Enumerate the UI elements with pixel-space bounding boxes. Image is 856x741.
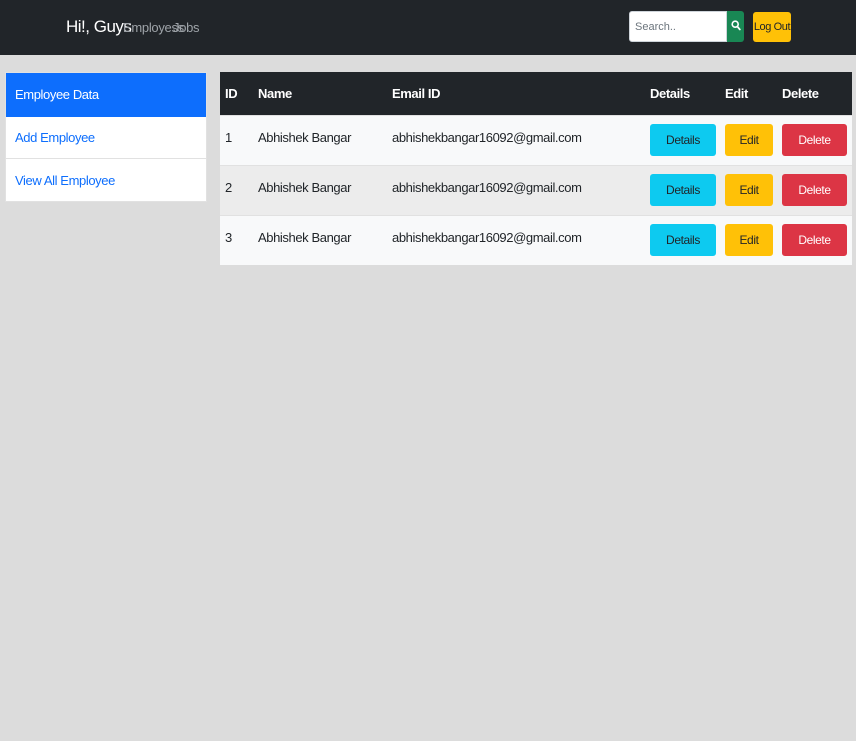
edit-button[interactable]: Edit bbox=[725, 224, 773, 257]
header-delete: Delete bbox=[782, 85, 819, 101]
employee-table-container: ID Name Email ID Details Edit Delete 1 A… bbox=[220, 72, 852, 265]
nav-link-jobs[interactable]: Jobs bbox=[173, 20, 200, 35]
search-icon bbox=[730, 18, 741, 36]
row-email: abhishekbangar16092@gmail.com bbox=[392, 179, 582, 195]
row-name: Abhishek Bangar bbox=[258, 129, 352, 145]
edit-button[interactable]: Edit bbox=[725, 124, 773, 156]
employee-table: ID Name Email ID Details Edit Delete 1 A… bbox=[220, 72, 852, 265]
row-name: Abhishek Bangar bbox=[258, 229, 352, 245]
navbar-brand[interactable]: Hi!, Guys bbox=[66, 17, 132, 37]
row-id: 1 bbox=[225, 129, 232, 145]
delete-button[interactable]: Delete bbox=[782, 124, 847, 156]
sidebar: Employee Data Add Employee View All Empl… bbox=[5, 72, 207, 202]
header-id: ID bbox=[225, 85, 238, 101]
header-details: Details bbox=[650, 85, 690, 101]
row-email: abhishekbangar16092@gmail.com bbox=[392, 129, 582, 145]
details-button[interactable]: Details bbox=[650, 174, 716, 206]
row-id: 2 bbox=[225, 179, 232, 195]
sidebar-item-add-employee[interactable]: Add Employee bbox=[6, 117, 206, 159]
search-input[interactable] bbox=[629, 11, 727, 42]
table-row: 2 Abhishek Bangar abhishekbangar16092@gm… bbox=[220, 165, 852, 215]
table-header-row: ID Name Email ID Details Edit Delete bbox=[220, 72, 852, 115]
row-id: 3 bbox=[225, 229, 232, 245]
delete-button[interactable]: Delete bbox=[782, 224, 847, 257]
details-button[interactable]: Details bbox=[650, 224, 716, 257]
header-name: Name bbox=[258, 85, 292, 101]
row-email: abhishekbangar16092@gmail.com bbox=[392, 229, 582, 245]
sidebar-item-view-all-employee[interactable]: View All Employee bbox=[6, 159, 206, 201]
table-row: 3 Abhishek Bangar abhishekbangar16092@gm… bbox=[220, 215, 852, 265]
header-edit: Edit bbox=[725, 85, 748, 101]
delete-button[interactable]: Delete bbox=[782, 174, 847, 206]
sidebar-item-employee-data[interactable]: Employee Data bbox=[6, 73, 206, 117]
logout-button[interactable]: Log Out bbox=[753, 12, 791, 42]
row-name: Abhishek Bangar bbox=[258, 179, 352, 195]
header-email: Email ID bbox=[392, 85, 441, 101]
details-button[interactable]: Details bbox=[650, 124, 716, 156]
top-navbar: Hi!, Guys Employess Jobs Log Out bbox=[0, 0, 856, 55]
edit-button[interactable]: Edit bbox=[725, 174, 773, 206]
table-row: 1 Abhishek Bangar abhishekbangar16092@gm… bbox=[220, 115, 852, 165]
search-button[interactable] bbox=[727, 11, 744, 42]
